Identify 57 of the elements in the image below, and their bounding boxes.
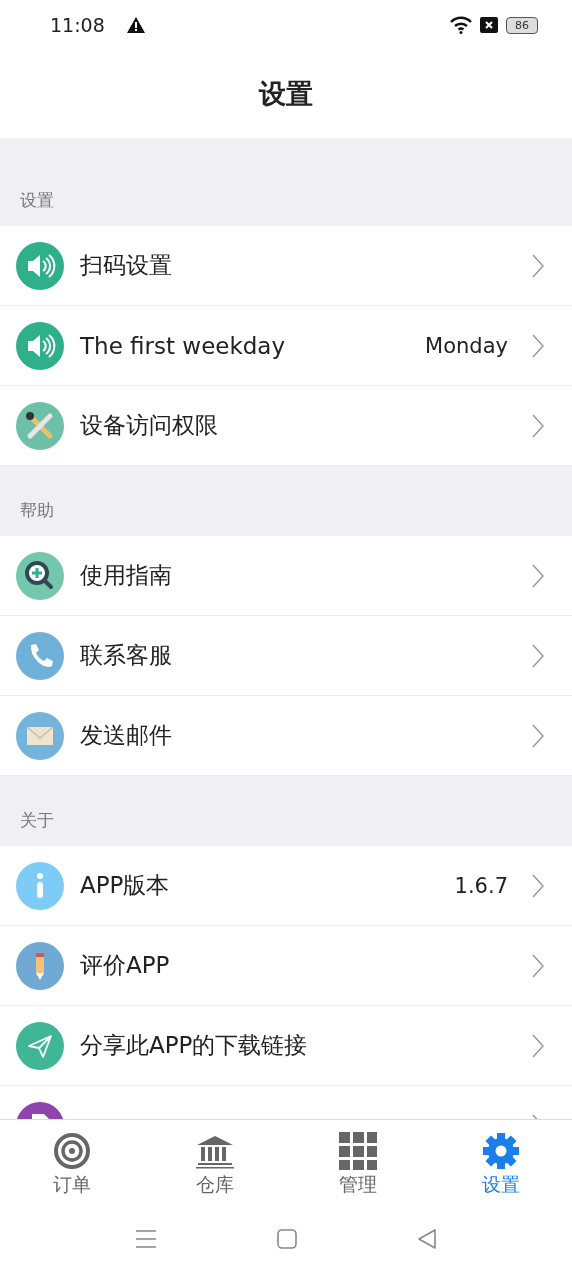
page-title: 设置 [259,77,313,111]
row-label: 分享此APP的下载链接 [80,1031,309,1060]
row-label: The first weekday [80,332,287,359]
row-label: 设备访问权限 [80,411,219,440]
magnifier-icon [16,551,64,600]
row-label: 发送邮件 [80,721,173,750]
tab[interactable]: 仓库 [143,1120,286,1210]
target-icon [52,1132,91,1170]
home-icon[interactable] [277,1229,297,1249]
grid-icon [338,1132,377,1170]
settings-row[interactable]: 联系客服 [0,616,572,696]
back-icon[interactable] [417,1229,437,1249]
tab[interactable]: 订单 [0,1120,143,1210]
row-label: 联系客服 [80,641,173,670]
battery-level: 86 [515,18,529,32]
section-title: 帮助 [20,499,54,522]
tab[interactable]: 管理 [286,1120,429,1210]
chevron-icon [532,333,544,358]
row-value: 1.6.7 [454,873,508,898]
chevron-icon [532,563,544,588]
chevron-icon [532,253,544,278]
speaker-icon [16,241,64,290]
settings-row[interactable]: 使用指南 [0,536,572,616]
status-time: 11:08 [50,14,105,36]
chevron-icon [532,953,544,978]
pencil-icon [16,941,64,990]
wifi-icon [450,16,472,34]
paper-plane-icon [16,1021,64,1070]
section-title: 设置 [20,189,54,212]
settings-row[interactable]: 分享此APP的下载链接 [0,1006,572,1086]
row-value: Monday [425,333,508,358]
row-label: 扫码设置 [80,251,173,280]
settings-icon [481,1132,520,1170]
settings-row[interactable]: 扫码设置 [0,226,572,306]
warning-icon [126,17,145,33]
settings-row[interactable]: 评价APP [0,926,572,1006]
row-label: 使用指南 [80,561,173,590]
envelope-icon [16,711,64,760]
settings-row[interactable]: APP版本 1.6.7 [0,846,572,926]
chevron-icon [532,643,544,668]
chevron-icon [532,723,544,748]
settings-row[interactable]: 发送邮件 [0,696,572,776]
section-title: 关于 [20,809,54,832]
menu-icon[interactable] [135,1229,157,1249]
info-icon [16,861,64,910]
phone-icon [16,631,64,680]
row-label: APP版本 [80,871,171,900]
row-label: 评价APP [80,951,171,980]
tools-icon [16,401,64,450]
settings-row[interactable]: 设备访问权限 [0,386,572,466]
chevron-icon [532,1033,544,1058]
chevron-icon [532,413,544,438]
settings-row[interactable]: The first weekday Monday [0,306,572,386]
chevron-icon [532,873,544,898]
tab[interactable]: 设置 [429,1120,572,1210]
speaker-icon [16,321,64,370]
no-sim-icon [480,17,498,33]
